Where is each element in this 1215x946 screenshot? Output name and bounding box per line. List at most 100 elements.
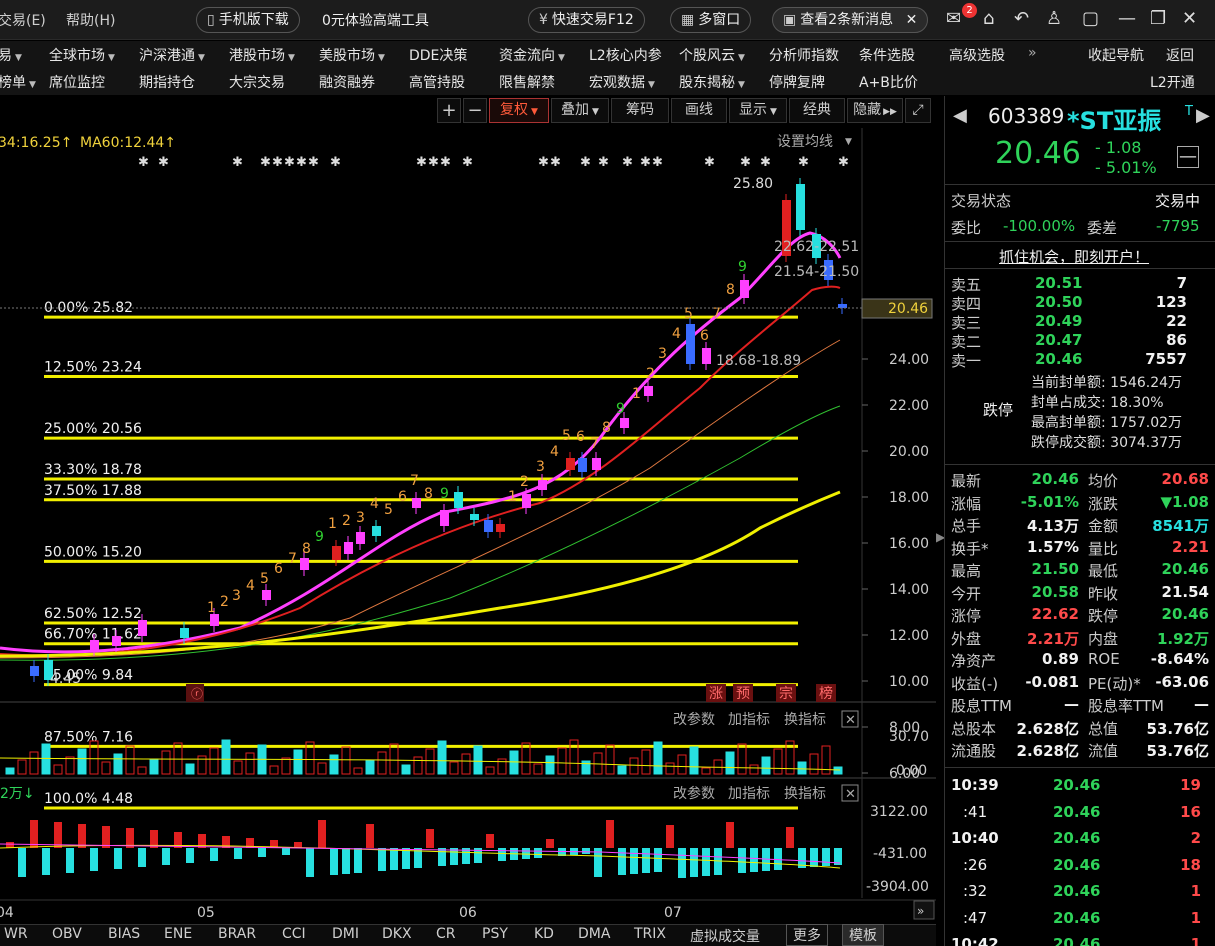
indicator-bar-21 xyxy=(258,848,266,857)
vol-change-indicator[interactable]: 换指标 xyxy=(784,711,826,728)
open-account-link[interactable]: 抓住机会，即刻开户！ xyxy=(999,246,1149,267)
volume-bar-18 xyxy=(221,739,231,775)
ind-add-indicator[interactable]: 加指标 xyxy=(728,786,770,802)
set-ma-link[interactable]: 设置均线 xyxy=(777,134,833,150)
indicator-tab-9[interactable]: PSY xyxy=(482,926,508,942)
next-stock-icon[interactable]: ▶ xyxy=(1196,105,1210,126)
indicator-tab-6[interactable]: DMI xyxy=(332,926,359,942)
rebate-badge[interactable]: ⓡ xyxy=(191,687,203,701)
menu-trade[interactable]: 交易(E) xyxy=(0,10,46,30)
add-watchlist-icon[interactable]: — xyxy=(1177,146,1199,168)
chips-button[interactable]: 筹码 xyxy=(611,98,669,123)
prev-stock-icon[interactable]: ◀ xyxy=(953,105,967,126)
ask-price-3[interactable]: 20.47 xyxy=(1035,331,1082,349)
indicator-tab-12[interactable]: TRIX xyxy=(634,926,666,942)
classic-button[interactable]: 经典 xyxy=(789,98,845,123)
l2-open-button[interactable]: L2开通 xyxy=(1150,72,1195,92)
ask-price-4[interactable]: 20.46 xyxy=(1035,350,1082,368)
nav2-item-0[interactable]: 榜单 ▼ xyxy=(0,72,36,92)
indicator-tab-8[interactable]: CR xyxy=(436,926,456,942)
promo-link[interactable]: 0元体验高端工具 xyxy=(322,10,429,30)
overlay-button[interactable]: 叠加 ▼ xyxy=(551,98,609,123)
nav-item-0[interactable]: 易 ▼ xyxy=(0,45,22,65)
nav2-item-futures[interactable]: 期指持仓 xyxy=(139,72,195,92)
mobile-download-button[interactable]: ▯ 手机版下载 xyxy=(196,7,300,33)
indicator-tab-4[interactable]: BRAR xyxy=(218,926,256,942)
back-button[interactable]: 返回 xyxy=(1166,45,1194,65)
nav-item-advanced[interactable]: 高级选股 xyxy=(949,45,1005,65)
close-messages-icon[interactable]: ✕ xyxy=(906,12,918,28)
shirt-icon[interactable]: ♙ xyxy=(1046,8,1062,29)
zoom-in-button[interactable]: + xyxy=(437,98,461,123)
messages-button[interactable]: ▣ 查看2条新消息 ✕ xyxy=(772,7,929,33)
indicator-tab-2[interactable]: BIAS xyxy=(108,926,140,942)
ind-close-icon[interactable]: ✕ xyxy=(845,787,856,802)
indicator-tab-15[interactable]: 模板 xyxy=(842,924,884,946)
nav2-item-unlock[interactable]: 限售解禁 xyxy=(499,72,555,92)
close-window-icon[interactable]: ✕ xyxy=(1182,8,1197,29)
fullscreen-icon[interactable]: ⤢ xyxy=(905,98,931,123)
quick-trade-button[interactable]: ¥ 快速交易F12 xyxy=(528,7,645,33)
nav-more-icon[interactable]: » xyxy=(1028,45,1037,61)
display-button[interactable]: 显示 ▼ xyxy=(729,98,787,123)
badge-0[interactable]: 涨 xyxy=(709,686,723,702)
zoom-out-button[interactable]: − xyxy=(463,98,487,123)
indicator-tab-5[interactable]: CCI xyxy=(282,926,306,942)
hide-button[interactable]: 隐藏 ▶▶ xyxy=(847,98,903,123)
mail-icon[interactable]: ✉ xyxy=(946,8,961,29)
badge-1[interactable]: 预 xyxy=(736,686,750,702)
vol-edit-params[interactable]: 改参数 xyxy=(673,711,715,728)
indicator-tab-10[interactable]: KD xyxy=(534,926,554,942)
nav-item-condition[interactable]: 条件选股 xyxy=(859,45,915,65)
event-badges[interactable]: 涨预 宗 榜 xyxy=(706,684,836,702)
ind-edit-params[interactable]: 改参数 xyxy=(673,785,715,802)
home-icon[interactable]: ⌂ xyxy=(983,8,994,29)
nav-item-l2[interactable]: L2核心内参 xyxy=(589,45,662,65)
chart-area[interactable]: 34:16.25↑ MA60:12.44↑ 设置均线 ▼ ✱ ✱ ✱ ✱ ✱ ✱ ✱ ✱ ✱ ✱ ✱… xyxy=(0,128,936,924)
nav2-item-margin[interactable]: 融资融券 xyxy=(319,72,375,92)
indicator-tab-0[interactable]: WR xyxy=(4,926,28,942)
nav2-item-holders[interactable]: 股东揭秘 ▼ xyxy=(679,72,745,92)
menu-help[interactable]: 帮助(H) xyxy=(66,10,115,30)
nav-item-dde[interactable]: DDE决策 xyxy=(409,45,467,65)
indicator-tab-13[interactable]: 虚拟成交量 xyxy=(690,926,760,946)
indicator-tab-3[interactable]: ENE xyxy=(164,926,192,942)
back-icon[interactable]: ↶ xyxy=(1014,8,1029,29)
set-ma-dropdown-icon[interactable]: ▼ xyxy=(845,137,852,147)
indicator-tab-7[interactable]: DKX xyxy=(382,926,412,942)
nav-item-hk[interactable]: 港股市场 ▼ xyxy=(229,45,295,65)
restore-icon[interactable]: ❐ xyxy=(1150,8,1166,29)
indicator-tab-11[interactable]: DMA xyxy=(578,926,610,942)
multi-window-button[interactable]: ▦ 多窗口 xyxy=(670,7,752,33)
nav-item-us[interactable]: 美股市场 ▼ xyxy=(319,45,385,65)
nav-item-fund-flow[interactable]: 资金流向 ▼ xyxy=(499,45,565,65)
minimize-icon[interactable]: — xyxy=(1118,8,1136,29)
adjust-button[interactable]: 复权 ▼ xyxy=(489,98,549,123)
indicator-tab-14[interactable]: 更多 xyxy=(786,924,828,946)
badge-3[interactable]: 榜 xyxy=(819,685,833,702)
draw-line-button[interactable]: 画线 xyxy=(671,98,727,123)
indicator-tab-1[interactable]: OBV xyxy=(52,926,82,942)
nav2-item-suspend[interactable]: 停牌复牌 xyxy=(769,72,825,92)
layout-icon[interactable]: ▢ xyxy=(1082,8,1099,29)
nav-item-global[interactable]: 全球市场 ▼ xyxy=(49,45,115,65)
nav-item-stock-risk[interactable]: 个股风云 ▼ xyxy=(679,45,745,65)
vol-close-icon[interactable]: ✕ xyxy=(845,713,856,728)
nav-item-hk-connect[interactable]: 沪深港通 ▼ xyxy=(139,45,205,65)
nav2-item-block[interactable]: 大宗交易 xyxy=(229,72,285,92)
scroll-right-icon[interactable]: » xyxy=(917,904,924,918)
nav2-item-exec[interactable]: 高管持股 xyxy=(409,72,465,92)
ask-price-0[interactable]: 20.51 xyxy=(1035,274,1082,292)
vol-add-indicator[interactable]: 加指标 xyxy=(728,712,770,728)
ind-change-indicator[interactable]: 换指标 xyxy=(784,785,826,802)
ask-price-2[interactable]: 20.49 xyxy=(1035,312,1082,330)
ask-price-1[interactable]: 20.50 xyxy=(1035,293,1082,311)
indicator-bar-1 xyxy=(18,848,26,877)
collapse-nav-button[interactable]: 收起导航 xyxy=(1088,45,1144,65)
nav2-item-ab[interactable]: A+B比价 xyxy=(859,72,918,92)
indicator-bar-44 xyxy=(534,848,542,858)
nav2-item-seat[interactable]: 席位监控 xyxy=(49,72,105,92)
badge-2[interactable]: 宗 xyxy=(779,686,793,702)
nav-item-analyst[interactable]: 分析师指数 xyxy=(769,45,839,65)
nav2-item-macro[interactable]: 宏观数据 ▼ xyxy=(589,72,655,92)
